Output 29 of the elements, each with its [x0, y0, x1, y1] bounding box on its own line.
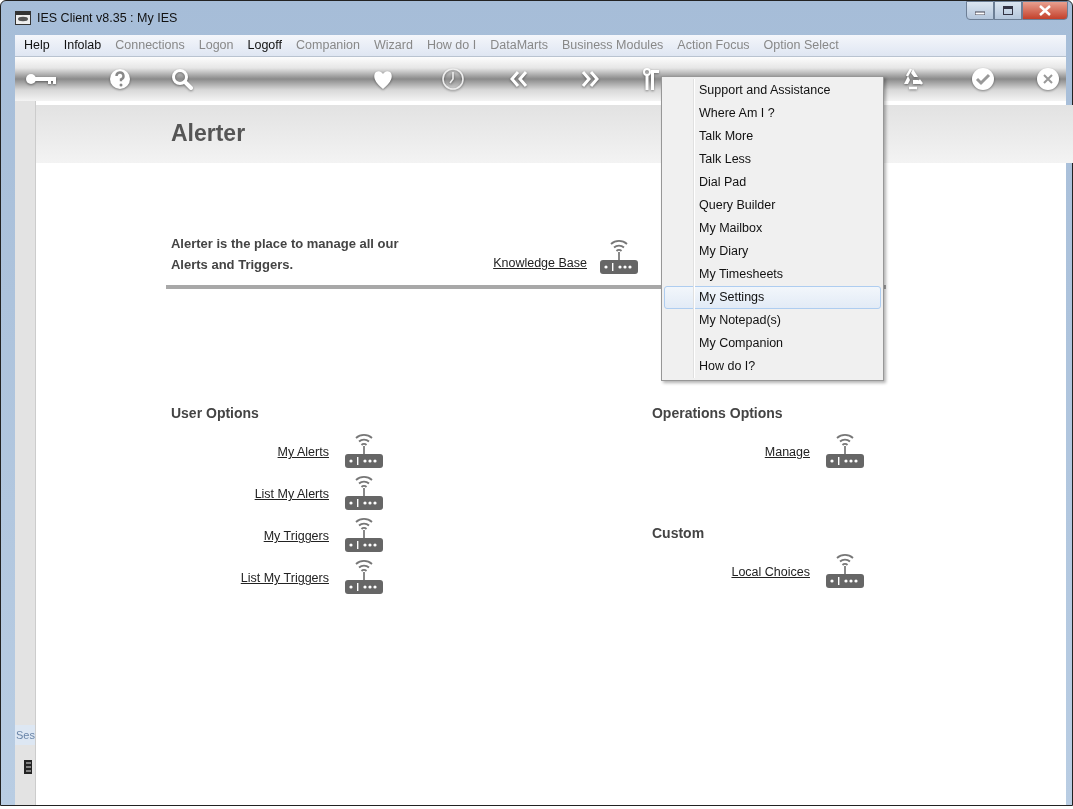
menu-item[interactable]: Logoff — [240, 36, 290, 55]
menu-item[interactable]: Dial Pad — [664, 171, 881, 194]
menu-item[interactable]: How do I? — [664, 355, 881, 378]
option-link[interactable]: List My Alerts — [254, 485, 329, 504]
option-link[interactable]: Local Choices — [731, 563, 810, 582]
menu-item[interactable]: Talk More — [664, 125, 881, 148]
section-title: Custom — [651, 525, 706, 543]
page-description: Alerter is the place to manage all our Alerts and Triggers. — [170, 235, 400, 274]
section-title: Operations Options — [651, 405, 784, 423]
menu-item[interactable]: My Settings — [664, 286, 881, 309]
page-title: Alerter — [170, 120, 246, 148]
window-title: IES Client v8.35 : My IES — [37, 9, 178, 27]
menu-item[interactable]: My Timesheets — [664, 263, 881, 286]
knowledge-base-link[interactable]: Knowledge Base — [493, 254, 587, 273]
menu-item[interactable]: Help — [17, 36, 57, 55]
menu-item[interactable]: My Companion — [664, 332, 881, 355]
menu-item[interactable]: Support and Assistance — [664, 79, 881, 102]
menu-item[interactable]: Infolab — [56, 36, 109, 55]
menu-item[interactable]: My Diary — [664, 240, 881, 263]
option-link[interactable]: My Alerts — [277, 443, 329, 462]
menu-item[interactable]: My Notepad(s) — [664, 309, 881, 332]
menu-item[interactable]: Talk Less — [664, 148, 881, 171]
menu-item[interactable]: Where Am I ? — [664, 102, 881, 125]
section-title: User Options — [170, 405, 260, 423]
option-link[interactable]: List My Triggers — [240, 569, 329, 588]
menu-item[interactable]: Query Builder — [664, 194, 881, 217]
option-link[interactable]: Manage — [764, 443, 810, 462]
option-link[interactable]: My Triggers — [263, 527, 329, 546]
menu-item[interactable]: My Mailbox — [664, 217, 881, 240]
